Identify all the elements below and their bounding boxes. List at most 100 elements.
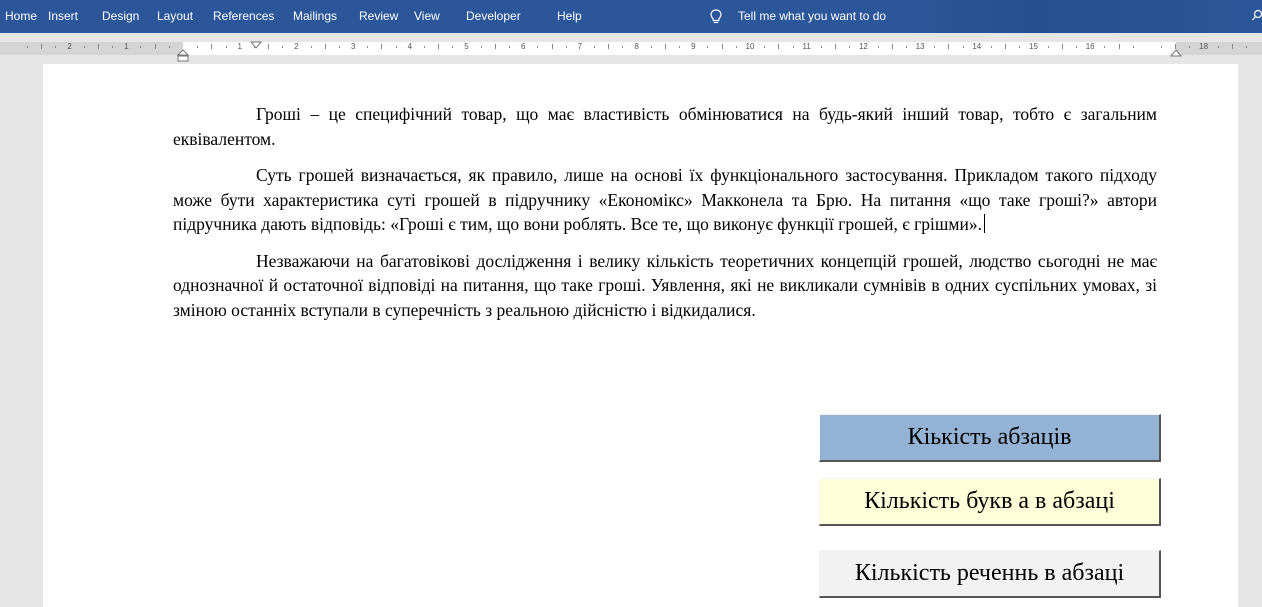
ruler-number: 5 bbox=[464, 42, 469, 51]
ruler-number: 13 bbox=[915, 42, 925, 51]
ruler-number: 10 bbox=[745, 42, 755, 51]
paragraph-1[interactable]: Гроші – це специфічний товар, що має вла… bbox=[173, 102, 1157, 151]
ruler-tick bbox=[707, 46, 709, 48]
ruler-tick bbox=[934, 46, 936, 48]
ruler-number: 3 bbox=[350, 42, 356, 51]
ruler-number: 7 bbox=[577, 42, 583, 51]
ruler-tick bbox=[1061, 44, 1063, 49]
paragraph-2-text: Суть грошей визначається, як правило, ли… bbox=[173, 165, 1157, 234]
tab-layout[interactable]: Layout bbox=[157, 0, 193, 33]
ruler-tick bbox=[310, 46, 312, 48]
paragraph-3-text: Незважаючи на багатовікові дослідження і… bbox=[173, 250, 1157, 320]
ruler-tick bbox=[452, 46, 454, 48]
tab-developer[interactable]: Developer bbox=[466, 0, 521, 33]
ruler-tick bbox=[154, 44, 156, 49]
ruler-tick bbox=[778, 44, 780, 49]
letter-a-count-button[interactable]: Кiлькiсть букв а в абзацi bbox=[819, 478, 1161, 526]
ruler-tick bbox=[423, 46, 425, 48]
tab-home[interactable]: Home bbox=[5, 0, 37, 33]
ruler-tick bbox=[735, 46, 737, 48]
ruler-number: 4 bbox=[407, 42, 413, 51]
ruler-number: 8 bbox=[634, 42, 639, 51]
tab-review[interactable]: Review bbox=[359, 0, 398, 33]
ruler-tick bbox=[905, 46, 907, 48]
ruler-tick bbox=[551, 44, 553, 49]
sentence-count-button[interactable]: Кiлькiсть реченнь в абзацi bbox=[819, 550, 1161, 598]
ruler-number: 6 bbox=[520, 42, 526, 51]
ruler-tick bbox=[494, 44, 496, 49]
ruler-tick bbox=[764, 46, 766, 48]
document-body[interactable]: Гроші – це специфічний товар, що має вла… bbox=[173, 102, 1157, 334]
ruler-tick bbox=[97, 44, 99, 49]
right-indent-marker[interactable] bbox=[1170, 49, 1182, 57]
ruler-tick bbox=[650, 46, 652, 48]
ruler-tick bbox=[1161, 46, 1163, 48]
ruler-tick bbox=[1076, 46, 1078, 48]
ruler-right-margin bbox=[1176, 42, 1262, 55]
ruler-tick bbox=[664, 44, 666, 49]
paragraph-count-button[interactable]: Кiькiсть абзацiв bbox=[819, 414, 1161, 462]
ruler-tick bbox=[721, 44, 723, 49]
ruler-tick bbox=[565, 46, 567, 48]
ruler-tick bbox=[990, 46, 992, 48]
ruler-tick bbox=[1005, 44, 1007, 49]
ruler-tick bbox=[1217, 46, 1219, 48]
ruler-number: 11 bbox=[802, 42, 811, 51]
ruler-track bbox=[0, 42, 1262, 55]
tell-me-label[interactable]: Tell me what you want to do bbox=[738, 0, 886, 33]
ruler-tick bbox=[1047, 46, 1049, 48]
ruler-tick bbox=[324, 44, 326, 49]
ruler-tick bbox=[41, 44, 43, 49]
ruler-tick bbox=[112, 46, 114, 48]
ruler-tick bbox=[877, 46, 879, 48]
document-page[interactable]: Гроші – це специфічний товар, що має вла… bbox=[43, 64, 1238, 607]
ruler-tick bbox=[27, 46, 29, 48]
ruler-tick bbox=[509, 46, 511, 48]
lightbulb-icon bbox=[710, 9, 722, 24]
ruler-tick bbox=[1231, 44, 1233, 49]
left-indent-marker[interactable] bbox=[177, 49, 189, 63]
ruler-tick bbox=[140, 46, 142, 48]
ruler-tick bbox=[537, 46, 539, 48]
ruler-tick bbox=[438, 44, 440, 49]
ruler-number: 18 bbox=[1199, 42, 1209, 51]
ruler-tick bbox=[381, 44, 383, 49]
search-icon[interactable] bbox=[1252, 9, 1262, 23]
ruler-tick bbox=[594, 46, 596, 48]
ruler-tick bbox=[211, 44, 213, 49]
ruler-tick bbox=[225, 46, 227, 48]
paragraph-2[interactable]: Суть грошей визначається, як правило, ли… bbox=[173, 163, 1157, 237]
tab-view[interactable]: View bbox=[414, 0, 440, 33]
ruler-number: 9 bbox=[691, 42, 696, 51]
ruler-tick bbox=[282, 46, 284, 48]
tab-mailings[interactable]: Mailings bbox=[293, 0, 337, 33]
ruler-number: 1 bbox=[237, 42, 242, 51]
tab-help[interactable]: Help bbox=[557, 0, 582, 33]
tab-insert[interactable]: Insert bbox=[48, 0, 78, 33]
ruler-tick bbox=[679, 46, 681, 48]
ruler-tick bbox=[622, 46, 624, 48]
first-line-indent-marker[interactable] bbox=[250, 41, 262, 49]
ruler-tick bbox=[1246, 46, 1248, 48]
ruler-number: 2 bbox=[67, 42, 72, 51]
ruler-number: 2 bbox=[294, 42, 299, 51]
ribbon-tab-bar: Home Insert Design Layout References Mai… bbox=[0, 0, 1262, 33]
ruler-tick bbox=[835, 44, 837, 49]
ruler-number: 16 bbox=[1085, 42, 1095, 51]
ruler-tick bbox=[1132, 46, 1134, 48]
ruler-tick bbox=[891, 44, 893, 49]
tab-references[interactable]: References bbox=[213, 0, 274, 33]
paragraph-3[interactable]: Незважаючи на багатовікові дослідження і… bbox=[173, 249, 1157, 323]
ruler-tick bbox=[1019, 46, 1021, 48]
ruler-tick bbox=[338, 46, 340, 48]
ruler-number: 1 bbox=[124, 42, 129, 51]
ruler-tick bbox=[1104, 46, 1106, 48]
ruler-number: 15 bbox=[1029, 42, 1038, 51]
ruler-tick bbox=[395, 46, 397, 48]
horizontal-ruler[interactable]: 2 1 1 2 3 4 5 6 7 8 9 10 11 12 13 14 15 16 18 bbox=[0, 40, 1262, 62]
ruler-tick bbox=[83, 46, 85, 48]
text-cursor bbox=[983, 214, 985, 233]
ruler-tick bbox=[962, 46, 964, 48]
ruler-tick bbox=[820, 46, 822, 48]
tab-design[interactable]: Design bbox=[102, 0, 139, 33]
